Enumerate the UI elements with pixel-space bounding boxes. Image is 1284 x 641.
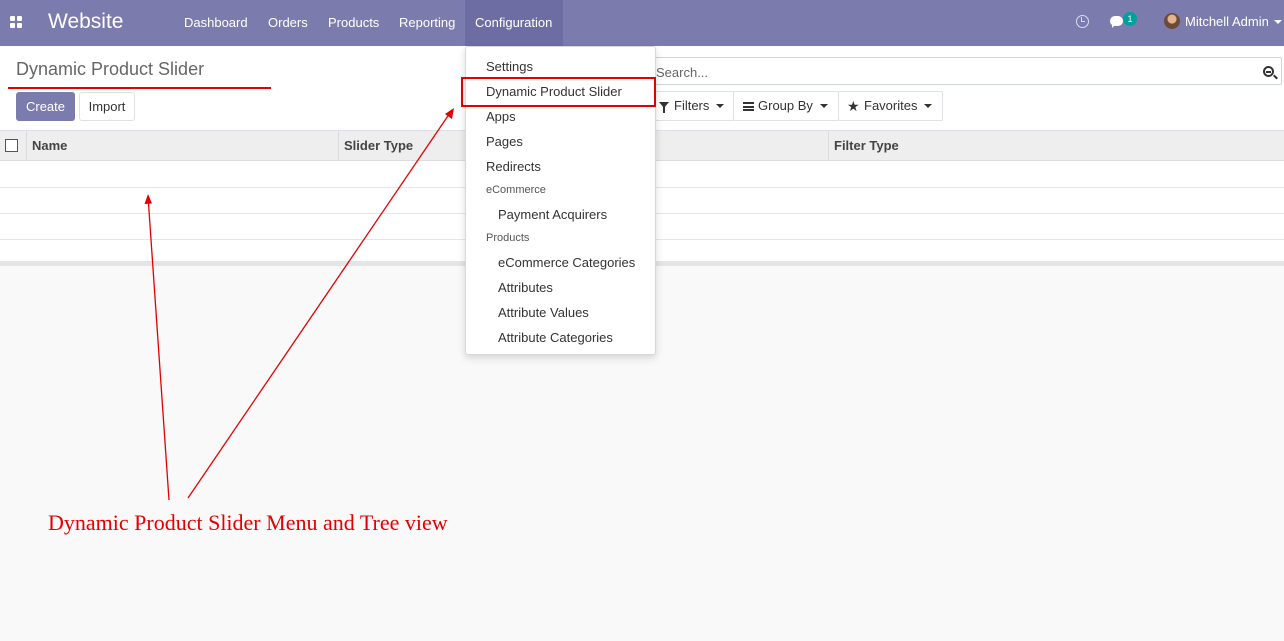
page-title: Dynamic Product Slider xyxy=(16,59,205,79)
user-avatar[interactable] xyxy=(1164,13,1180,29)
annotation-highlight-box xyxy=(461,77,656,107)
favorites-label: Favorites xyxy=(864,98,918,113)
column-header-filter-type[interactable]: Filter Type xyxy=(828,131,1284,161)
dropdown-item-payment-acquirers[interactable]: Payment Acquirers xyxy=(498,207,607,222)
select-all-checkbox[interactable] xyxy=(5,139,18,152)
search-bar[interactable] xyxy=(652,57,1282,85)
app-brand[interactable]: Website xyxy=(48,10,123,34)
dropdown-item-attribute-values[interactable]: Attribute Values xyxy=(498,305,589,320)
caret-down-icon xyxy=(716,104,724,108)
user-caret-down-icon[interactable] xyxy=(1274,20,1282,24)
apps-menu-icon[interactable] xyxy=(10,16,23,29)
caret-down-icon xyxy=(924,104,932,108)
chat-count-badge: 1 xyxy=(1123,12,1137,26)
caret-down-icon xyxy=(820,104,828,108)
dropdown-section-products: Products xyxy=(486,232,530,244)
dropdown-item-pages[interactable]: Pages xyxy=(486,134,523,149)
menu-orders[interactable]: Orders xyxy=(258,0,318,46)
annotation-caption: Dynamic Product Slider Menu and Tree vie… xyxy=(48,510,448,535)
group-by-button[interactable]: Group By xyxy=(733,91,839,121)
filters-button[interactable]: Filters xyxy=(652,91,734,121)
group-by-bars-icon xyxy=(743,102,754,111)
search-icon[interactable] xyxy=(1263,66,1274,77)
column-header-name[interactable]: Name xyxy=(26,131,340,161)
top-navbar: Website Dashboard Orders Products Report… xyxy=(0,0,1284,46)
menu-dashboard[interactable]: Dashboard xyxy=(174,0,258,46)
search-input[interactable] xyxy=(656,63,1246,81)
dropdown-item-apps[interactable]: Apps xyxy=(486,109,516,124)
menu-products[interactable]: Products xyxy=(318,0,389,46)
filters-label: Filters xyxy=(674,98,710,113)
dropdown-item-settings[interactable]: Settings xyxy=(486,59,533,74)
dropdown-section-ecommerce: eCommerce xyxy=(486,184,546,196)
group-by-label: Group By xyxy=(758,98,813,113)
menu-reporting[interactable]: Reporting xyxy=(389,0,465,46)
filter-funnel-icon xyxy=(659,102,669,113)
user-menu[interactable]: Mitchell Admin xyxy=(1185,0,1269,46)
dropdown-item-redirects[interactable]: Redirects xyxy=(486,159,541,174)
dropdown-item-ecommerce-categories[interactable]: eCommerce Categories xyxy=(498,255,635,270)
import-button[interactable]: Import xyxy=(79,92,135,121)
menu-configuration[interactable]: Configuration xyxy=(465,0,563,46)
star-icon: ★ xyxy=(847,98,860,114)
annotation-underline xyxy=(8,87,271,89)
activity-clock-icon[interactable] xyxy=(1076,15,1089,28)
messaging-chat-icon[interactable] xyxy=(1110,16,1123,28)
dropdown-item-attributes[interactable]: Attributes xyxy=(498,280,553,295)
favorites-button[interactable]: ★ Favorites xyxy=(838,91,943,121)
dropdown-item-attribute-categories[interactable]: Attribute Categories xyxy=(498,330,613,345)
create-button[interactable]: Create xyxy=(16,92,75,121)
